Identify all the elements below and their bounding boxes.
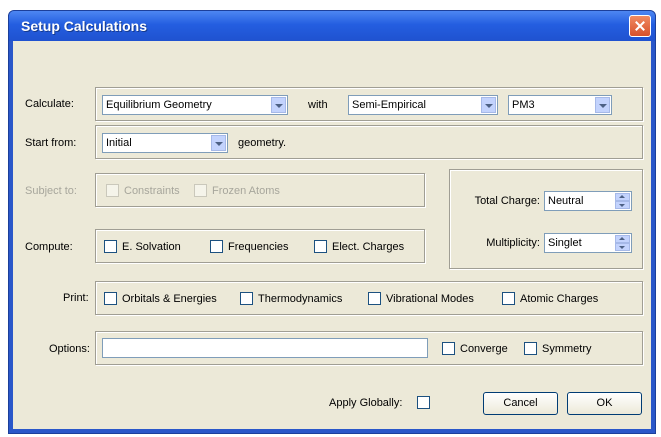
subject-group: Constraints Frozen Atoms — [95, 173, 425, 207]
spin-down-icon[interactable] — [615, 201, 630, 209]
multiplicity-value: Singlet — [548, 237, 582, 249]
options-input[interactable] — [102, 338, 428, 358]
chevron-down-icon[interactable] — [481, 97, 496, 113]
calculate-group: Equilibrium Geometry with Semi-Empirical… — [95, 87, 643, 121]
total-charge-label: Total Charge: — [474, 195, 540, 207]
start-value: Initial — [106, 137, 132, 149]
chevron-down-icon[interactable] — [595, 97, 610, 113]
title-bar: Setup Calculations — [9, 11, 655, 41]
options-group: Converge Symmetry — [95, 331, 643, 365]
spin-down-icon[interactable] — [615, 243, 630, 251]
constraints-checkbox[interactable] — [106, 184, 119, 197]
method-value: Equilibrium Geometry — [106, 99, 212, 111]
apply-globally-label: Apply Globally: — [329, 397, 403, 409]
symmetry-checkbox[interactable] — [524, 342, 537, 355]
start-group: Initial geometry. — [95, 125, 643, 159]
theory-select[interactable]: Semi-Empirical — [348, 95, 498, 115]
elect-charges-label: Elect. Charges — [332, 241, 405, 253]
compute-group: E. Solvation Frequencies Elect. Charges — [95, 229, 425, 263]
frequencies-checkbox[interactable] — [210, 240, 223, 253]
options-label: Options: — [49, 343, 90, 355]
chevron-down-icon[interactable] — [271, 97, 286, 113]
thermodynamics-label: Thermodynamics — [258, 293, 343, 305]
with-label: with — [308, 99, 328, 111]
start-from-label: Start from: — [25, 137, 77, 149]
method-select[interactable]: Equilibrium Geometry — [102, 95, 288, 115]
vibrational-modes-checkbox[interactable] — [368, 292, 381, 305]
subject-to-label: Subject to: — [25, 185, 77, 197]
print-group: Orbitals & Energies Thermodynamics Vibra… — [95, 281, 643, 315]
apply-globally-checkbox[interactable] — [417, 396, 430, 409]
symmetry-label: Symmetry — [542, 343, 592, 355]
frozen-atoms-label: Frozen Atoms — [212, 185, 280, 197]
calculate-label: Calculate: — [25, 98, 74, 110]
multiplicity-spinner[interactable]: Singlet — [544, 233, 632, 253]
orbitals-checkbox[interactable] — [104, 292, 117, 305]
thermodynamics-checkbox[interactable] — [240, 292, 253, 305]
spin-up-icon[interactable] — [615, 235, 630, 243]
compute-label: Compute: — [25, 241, 73, 253]
start-select[interactable]: Initial — [102, 133, 228, 153]
cancel-button[interactable]: Cancel — [483, 392, 558, 415]
converge-checkbox[interactable] — [442, 342, 455, 355]
dialog-body: Calculate: Equilibrium Geometry with Sem… — [13, 41, 651, 429]
solvation-label: E. Solvation — [122, 241, 181, 253]
multiplicity-label: Multiplicity: — [486, 237, 540, 249]
setup-calculations-window: Setup Calculations Calculate: Equilibriu… — [8, 10, 656, 434]
vibrational-modes-label: Vibrational Modes — [386, 293, 474, 305]
print-label: Print: — [63, 292, 89, 304]
charge-group: Total Charge: Neutral Multiplicity: Sing… — [449, 169, 643, 269]
frozen-atoms-checkbox[interactable] — [194, 184, 207, 197]
window-title: Setup Calculations — [21, 18, 148, 34]
elect-charges-checkbox[interactable] — [314, 240, 327, 253]
atomic-charges-checkbox[interactable] — [502, 292, 515, 305]
constraints-label: Constraints — [124, 185, 180, 197]
total-charge-spinner[interactable]: Neutral — [544, 191, 632, 211]
basis-value: PM3 — [512, 99, 535, 111]
ok-button[interactable]: OK — [567, 392, 642, 415]
theory-value: Semi-Empirical — [352, 99, 426, 111]
geometry-label: geometry. — [238, 137, 287, 149]
close-icon[interactable] — [629, 15, 651, 37]
atomic-charges-label: Atomic Charges — [520, 293, 599, 305]
orbitals-label: Orbitals & Energies — [122, 293, 217, 305]
total-charge-value: Neutral — [548, 195, 584, 207]
chevron-down-icon[interactable] — [211, 135, 226, 151]
basis-select[interactable]: PM3 — [508, 95, 612, 115]
frequencies-label: Frequencies — [228, 241, 289, 253]
spin-up-icon[interactable] — [615, 193, 630, 201]
converge-label: Converge — [460, 343, 508, 355]
solvation-checkbox[interactable] — [104, 240, 117, 253]
